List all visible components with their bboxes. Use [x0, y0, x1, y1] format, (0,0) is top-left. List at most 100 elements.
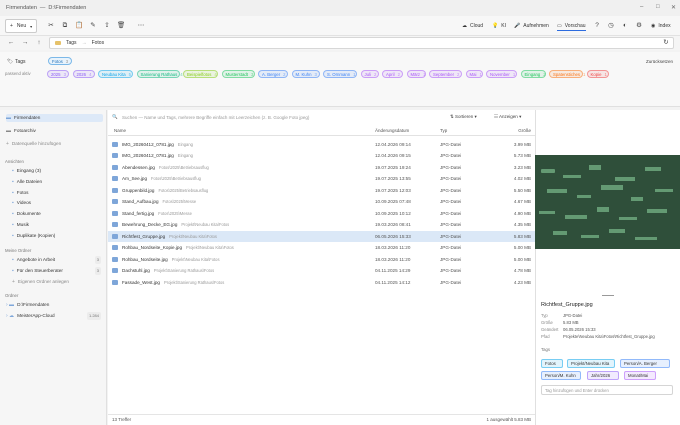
preview-tag-chip[interactable]: Person/A. Berger	[620, 359, 670, 368]
sidebar-view-item[interactable]: ▪ Alle Dateien	[6, 178, 103, 186]
tag-chip[interactable]: A. Berger 2	[258, 70, 288, 78]
table-row[interactable]: Dachstuhl.jpg Projekt\Sanierung Rathaus\F…	[108, 265, 535, 276]
preview-tag-chip[interactable]: Person/M. Kuhn	[541, 371, 581, 380]
sidebar-view-item[interactable]: ▪ Videos	[6, 199, 103, 207]
folder-root-item[interactable]: › ☁ MeisterApp-Cloud 1.284	[6, 312, 103, 320]
sidebar-view-item[interactable]: ▪ Fotos	[6, 189, 103, 197]
forward-icon[interactable]: →	[21, 39, 29, 47]
rename-icon[interactable]: ✎	[89, 22, 97, 30]
col-name[interactable]: Name	[114, 128, 126, 133]
tag-chip[interactable]: November 1	[486, 70, 517, 78]
clock-icon[interactable]: ◷	[607, 22, 615, 30]
sidebar-item-fotoarchiv[interactable]: ▬ Fotoarchiv	[6, 127, 103, 135]
table-row[interactable]: Fassade_West.jpg Projekt\Sanierung Rathau…	[108, 277, 535, 288]
my-folder-item[interactable]: ▪ Für den Steuerberater 3	[6, 266, 103, 275]
tag-chip[interactable]: März 1	[406, 70, 426, 78]
tag-chip[interactable]: Beispielfotos 4	[183, 70, 218, 78]
back-icon[interactable]: ←	[7, 39, 15, 47]
tag-chip[interactable]: April 2	[382, 70, 403, 78]
index-icon: ◉	[651, 23, 656, 29]
file-location: Fotos\2025\Betriebsausflug	[151, 176, 201, 181]
preview-tag-chip[interactable]: Monat/Mai	[624, 371, 656, 380]
path-segment-fotos[interactable]: Fotos	[92, 40, 105, 46]
tag-chip[interactable]: September 2	[429, 70, 462, 78]
table-row[interactable]: Rohbau_Nordseite.jpg Projekt\Neubau Kita\…	[108, 254, 535, 265]
cloud-button[interactable]: ☁ Cloud	[462, 21, 483, 31]
sort-button[interactable]: ⇅ Sortieren ▾	[450, 114, 477, 120]
tag-chip[interactable]: 2026 4	[72, 70, 95, 78]
detail-key: Größe	[541, 320, 553, 325]
active-tag-chip[interactable]: Fotos 3	[48, 57, 73, 65]
sidebar-view-item[interactable]: ▪ Dokumente	[6, 210, 103, 218]
tag-chip[interactable]: Neubau Kita 5	[98, 70, 133, 78]
cut-icon[interactable]: ✂	[47, 22, 55, 30]
paste-icon[interactable]: 📋	[75, 22, 83, 30]
tag-chip[interactable]: 2025 3	[47, 70, 69, 78]
vorschau-button[interactable]: ▭ Vorschau	[557, 21, 586, 31]
my-folder-item[interactable]: ▪ Angebote in Arbeit 3	[6, 256, 103, 264]
table-row[interactable]: Abendessen.jpg Fotos\2025\Betriebsausflug…	[108, 162, 535, 173]
index-button[interactable]: ◉ Index	[651, 21, 671, 31]
tag-chip[interactable]: Spatenstiches 1	[549, 70, 585, 78]
path-segment-tags[interactable]: Tags	[66, 40, 77, 46]
preview-tag-chip[interactable]: Fotos	[541, 359, 563, 368]
folder-root-item[interactable]: › ▬ D:\Firmendaten	[6, 301, 103, 309]
maximize-icon[interactable]: □	[656, 4, 660, 10]
tag-chip[interactable]: S. Ornmann 1	[323, 70, 357, 78]
folder-icon: ▪	[12, 267, 14, 274]
view-button[interactable]: ☷ Anzeigen ▾	[494, 114, 521, 120]
col-date[interactable]: Änderungsdatum	[375, 128, 409, 133]
table-row[interactable]: Stand_fertig.jpg Fotos\2025\Messe 10.09.20…	[108, 208, 535, 219]
add-source-button[interactable]: + Datenquelle hinzufügen	[6, 140, 103, 148]
table-row[interactable]: Gruppenbild.jpg Fotos\2025\Betriebsausflu…	[108, 185, 535, 196]
close-icon[interactable]: ✕	[671, 4, 676, 11]
table-row[interactable]: Richtfest_Gruppe.jpg Projekt\Neubau Kita\…	[108, 230, 535, 242]
cloud-icon: › ☁	[6, 313, 15, 319]
sidebar-item-firmendaten[interactable]: ▬ Firmendaten	[6, 114, 103, 122]
tag-chip[interactable]: M. Kuhn 3	[291, 70, 320, 78]
sidebar-view-item[interactable]: ▪ Eingang (3)	[6, 167, 103, 175]
col-type[interactable]: Typ	[440, 128, 447, 133]
tag-input[interactable]: Tag hinzufügen und Enter drücken	[541, 385, 673, 395]
tag-chip[interactable]: Sanierung Rathaus 4	[136, 70, 183, 78]
tag-chip[interactable]: Musterstadt 3	[221, 70, 255, 78]
up-icon[interactable]: ↑	[35, 39, 43, 47]
table-row[interactable]: IMG_20260412_0781.jpg Eingang 12.04.2026 0…	[108, 150, 535, 161]
tag-chip[interactable]: Mai 1	[465, 70, 483, 78]
minimize-icon[interactable]: –	[640, 4, 643, 10]
refresh-icon[interactable]: ↻	[662, 39, 670, 47]
palette-icon[interactable]: ◐	[621, 22, 629, 30]
col-size[interactable]: Größe	[518, 128, 531, 133]
splitter-handle[interactable]	[602, 295, 614, 296]
more-icon[interactable]: ⋯	[137, 22, 145, 30]
reset-button[interactable]: Zurücksetzen	[646, 59, 673, 64]
tag-chip[interactable]: Eingang 2	[520, 70, 546, 78]
copy-icon[interactable]: ⧉	[61, 22, 69, 30]
table-row[interactable]: Am_See.jpg Fotos\2025\Betriebsausflug 19.0…	[108, 173, 535, 184]
preview-tag-chip[interactable]: Jahr/2026	[587, 371, 619, 380]
file-size: 5.00 MB	[513, 245, 531, 250]
chip-count: 3	[314, 72, 317, 77]
gear-icon[interactable]: ⚙	[635, 22, 643, 30]
add-folder-button[interactable]: + Eigenen Ordner anlegen	[6, 278, 103, 286]
tag-chip[interactable]: Juli 2	[360, 70, 379, 78]
share-icon[interactable]: ⇪	[103, 22, 111, 30]
table-row[interactable]: Bewehrung_Decke_EG.jpg Projekt\Neubau Kit…	[108, 219, 535, 230]
help-icon[interactable]: ?	[593, 22, 601, 30]
path-input[interactable]: Tags → Fotos	[49, 37, 674, 49]
delete-icon[interactable]: 🗑	[117, 22, 125, 30]
table-row[interactable]: Rohbau_Nordseite_Kopie.jpg Projekt\Neubau…	[108, 242, 535, 253]
image-file-icon	[112, 176, 118, 181]
new-button[interactable]: + Neu ▾	[5, 19, 37, 33]
search-input[interactable]: Suchen — Name und Tags, mehrere Begriffe…	[122, 115, 309, 120]
preview-tag-chip[interactable]: Projekt/Neubau Kita	[567, 359, 615, 368]
ki-button[interactable]: 💡 KI	[492, 21, 506, 31]
file-size: 4.02 MB	[513, 176, 531, 181]
tag-chip[interactable]: Kopie 1	[586, 70, 609, 78]
sidebar-view-item[interactable]: ▪ Duplikate (Kopien)	[6, 232, 103, 240]
table-row[interactable]: Stand_Aufbau.jpg Fotos\2025\Messe 10.09.20…	[108, 196, 535, 207]
table-row[interactable]: IMG_20260412_0781.jpg Eingang 12.04.2026 0…	[108, 139, 535, 150]
sidebar-view-item[interactable]: ▪ Musik	[6, 221, 103, 229]
aufnehmen-button[interactable]: 🎤 Aufnehmen	[514, 21, 549, 31]
chip-label: S. Ornmann	[327, 72, 351, 77]
